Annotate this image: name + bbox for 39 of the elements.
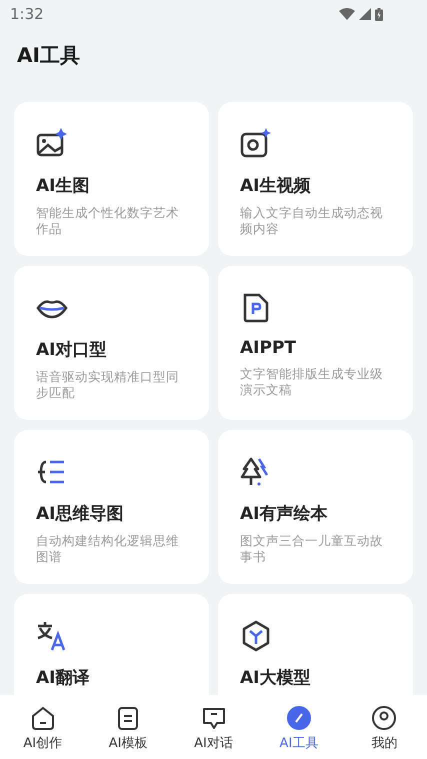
tool-card[interactable]: AIPPT 文字智能排版生成专业级演示文稿 [218, 266, 413, 420]
profile-icon [371, 705, 398, 731]
tools-icon [286, 705, 312, 731]
tool-description: 图文声三合一儿童互动故事书 [240, 533, 384, 565]
camera-sparkle-icon [240, 128, 272, 160]
signal-icon [359, 8, 371, 20]
tool-name: AI思维导图 [36, 503, 124, 525]
tool-description: 自动构建结构化逻辑思维图谱 [36, 533, 180, 565]
tool-card[interactable]: AI对口型 语音驱动实现精准口型同步匹配 [14, 266, 209, 420]
tool-description: 文字智能排版生成专业级演示文稿 [240, 366, 384, 398]
tool-card[interactable]: AI思维导图 自动构建结构化逻辑思维图谱 [14, 430, 209, 584]
tool-description: 输入文字自动生成动态视频内容 [240, 205, 384, 237]
home-icon [30, 705, 56, 731]
tool-name: AI对口型 [36, 339, 106, 361]
tool-description: 智能生成个性化数字艺术作品 [36, 205, 180, 237]
tool-description: 语音驱动实现精准口型同步匹配 [36, 369, 180, 401]
tool-name: AI生图 [36, 175, 90, 197]
tool-card[interactable]: AI生图 智能生成个性化数字艺术作品 [14, 102, 209, 256]
tool-name: AIPPT [240, 338, 296, 358]
cube-icon [240, 620, 272, 652]
page-title: AI工具 [16, 42, 81, 69]
tool-name: AI大模型 [240, 667, 310, 689]
tool-name: AI翻译 [36, 667, 90, 689]
tool-card[interactable]: AI翻译 [14, 594, 209, 695]
tab-item[interactable]: AI工具 [256, 695, 342, 759]
tool-name: AI生视频 [240, 175, 310, 197]
tool-name: AI有声绘本 [240, 503, 328, 525]
tool-card[interactable]: AI有声绘本 图文声三合一儿童互动故事书 [218, 430, 413, 584]
tab-item[interactable]: AI模板 [85, 695, 171, 759]
tool-card[interactable]: AI生视频 输入文字自动生成动态视频内容 [218, 102, 413, 256]
tab-item[interactable]: 我的 [342, 695, 427, 759]
translate-icon [36, 620, 68, 652]
tool-card[interactable]: AI大模型 [218, 594, 413, 695]
chat-icon [200, 705, 227, 731]
tab-item[interactable]: AI对话 [170, 695, 256, 759]
wifi-icon [339, 8, 355, 20]
battery-icon [375, 8, 383, 20]
status-time: 1:32 [10, 5, 44, 23]
tab-item[interactable]: AI创作 [0, 695, 86, 759]
